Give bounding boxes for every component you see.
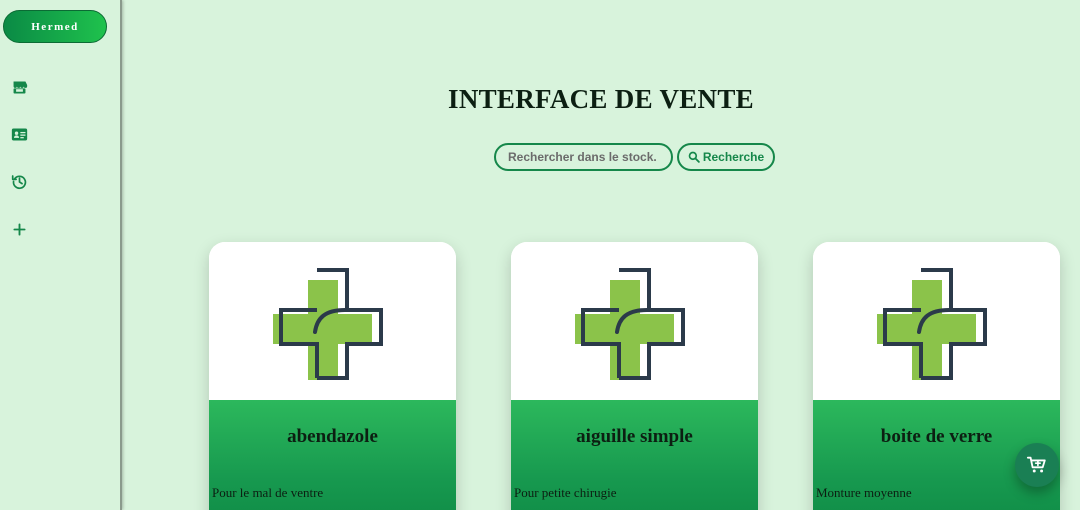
search-button-label: Recherche — [702, 150, 765, 164]
sidebar: Hermed — [0, 0, 122, 510]
page-title: INTERFACE DE VENTE — [448, 84, 754, 114]
search-icon — [688, 151, 700, 163]
product-info: abendazole Pour le mal de ventre — [209, 400, 456, 510]
pharmacy-cross-icon — [877, 268, 987, 380]
search-input[interactable] — [494, 143, 673, 171]
product-card[interactable]: aiguille simple Pour petite chirugie — [511, 242, 758, 510]
product-description: Pour petite chirugie — [514, 485, 617, 500]
product-info: aiguille simple Pour petite chirugie — [511, 400, 758, 510]
product-image — [813, 242, 1060, 400]
cart-plus-icon — [1026, 456, 1046, 473]
product-name: aiguille simple — [576, 426, 693, 447]
product-name: boite de verre — [880, 426, 993, 447]
product-image — [511, 242, 758, 400]
product-description: Monture moyenne — [816, 485, 912, 500]
product-card[interactable]: abendazole Pour le mal de ventre — [209, 242, 456, 510]
plus-icon[interactable] — [10, 220, 28, 238]
pharmacy-cross-icon — [273, 268, 383, 380]
id-card-icon[interactable] — [10, 125, 28, 143]
search-button[interactable]: Recherche — [677, 143, 775, 171]
pharmacy-cross-icon — [575, 268, 685, 380]
store-icon[interactable] — [10, 78, 28, 96]
brand-button[interactable]: Hermed — [3, 10, 107, 43]
product-description: Pour le mal de ventre — [212, 485, 324, 500]
history-icon[interactable] — [10, 172, 28, 190]
cart-button[interactable] — [1015, 443, 1059, 487]
product-image — [209, 242, 456, 400]
product-name: abendazole — [287, 426, 378, 447]
